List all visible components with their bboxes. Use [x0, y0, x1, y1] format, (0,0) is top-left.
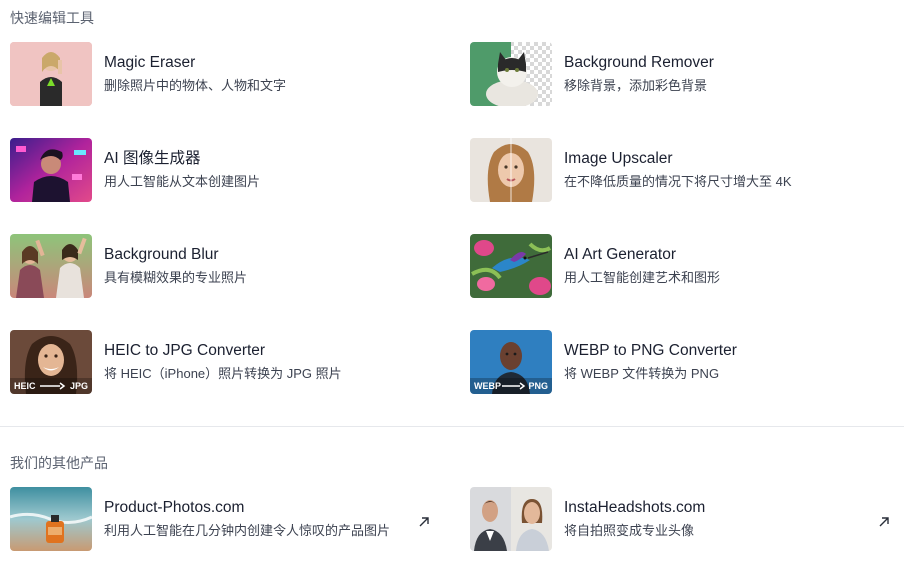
section-divider	[0, 426, 904, 427]
background-blur-thumbnail	[10, 234, 92, 298]
tool-name: AI Art Generator	[564, 245, 676, 263]
tool-name: Magic Eraser	[104, 53, 196, 71]
insta-headshots-thumbnail	[470, 487, 552, 551]
external-link-icon[interactable]	[877, 515, 891, 529]
product-product-photos[interactable]: Product-Photos.com 利用人工智能在几分钟内创建令人惊叹的产品图…	[10, 487, 440, 551]
image-upscaler-thumbnail	[470, 138, 552, 202]
ai-image-generator-thumbnail	[10, 138, 92, 202]
section-title-other-products: 我们的其他产品	[10, 455, 108, 471]
external-link-icon[interactable]	[417, 515, 431, 529]
tool-description: 移除背景，添加彩色背景	[564, 77, 708, 93]
format-to-label: PNG	[528, 381, 548, 391]
background-remover-thumbnail	[470, 42, 552, 106]
tool-name: Image Upscaler	[564, 149, 673, 167]
ai-art-generator-thumbnail	[470, 234, 552, 298]
product-photos-thumbnail	[10, 487, 92, 551]
product-description: 将自拍照变成专业头像	[564, 522, 695, 538]
heic-to-jpg-thumbnail: HEIC JPG	[10, 330, 92, 394]
webp-to-png-thumbnail: WEBP PNG	[470, 330, 552, 394]
tool-ai-art-generator[interactable]: AI Art Generator 用人工智能创建艺术和图形	[470, 234, 904, 298]
tool-ai-image-generator[interactable]: AI 图像生成器 用人工智能从文本创建图片	[10, 138, 450, 202]
product-description: 利用人工智能在几分钟内创建令人惊叹的产品图片	[104, 522, 391, 538]
tool-name: WEBP to PNG Converter	[564, 341, 737, 359]
tool-webp-to-png[interactable]: WEBP PNG WEBP to PNG Converter 将 WEBP 文件…	[470, 330, 904, 394]
tool-description: 删除照片中的物体、人物和文字	[104, 77, 287, 93]
tool-name: AI 图像生成器	[104, 149, 201, 167]
tool-description: 将 WEBP 文件转换为 PNG	[564, 365, 720, 381]
tool-description: 具有模糊效果的专业照片	[104, 269, 248, 285]
product-name: InstaHeadshots.com	[564, 498, 706, 516]
tool-heic-to-jpg[interactable]: HEIC JPG HEIC to JPG Converter 将 HEIC（iP…	[10, 330, 450, 394]
tool-name: Background Blur	[104, 245, 219, 263]
tool-magic-eraser[interactable]: Magic Eraser 删除照片中的物体、人物和文字	[10, 42, 450, 106]
tool-description: 用人工智能创建艺术和图形	[564, 269, 721, 285]
product-name: Product-Photos.com	[104, 498, 245, 516]
format-from-label: WEBP	[474, 381, 501, 391]
tool-name: HEIC to JPG Converter	[104, 341, 266, 359]
tool-background-blur[interactable]: Background Blur 具有模糊效果的专业照片	[10, 234, 450, 298]
tool-name: Background Remover	[564, 53, 714, 71]
tool-description: 将 HEIC（iPhone）照片转换为 JPG 照片	[104, 365, 342, 381]
tool-image-upscaler[interactable]: Image Upscaler 在不降低质量的情况下将尺寸增大至 4K	[470, 138, 904, 202]
product-insta-headshots[interactable]: InstaHeadshots.com 将自拍照变成专业头像	[470, 487, 870, 551]
magic-eraser-thumbnail	[10, 42, 92, 106]
tool-background-remover[interactable]: Background Remover 移除背景，添加彩色背景	[470, 42, 904, 106]
tool-description: 用人工智能从文本创建图片	[104, 173, 261, 189]
format-to-label: JPG	[69, 381, 88, 391]
format-from-label: HEIC	[14, 381, 36, 391]
section-title-quick-tools: 快速编辑工具	[10, 10, 94, 26]
tool-description: 在不降低质量的情况下将尺寸增大至 4K	[564, 173, 792, 189]
